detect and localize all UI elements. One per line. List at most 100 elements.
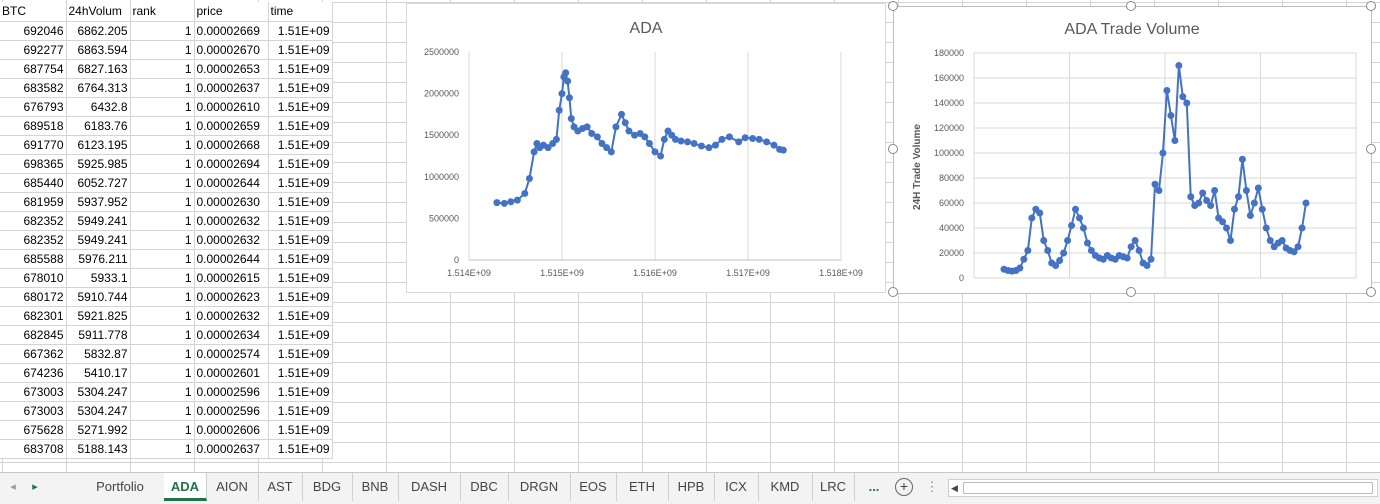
table-cell[interactable]: 1.51E+09 bbox=[268, 420, 333, 440]
table-cell[interactable]: 680172 bbox=[0, 287, 67, 307]
table-cell[interactable]: 1.51E+09 bbox=[268, 173, 333, 193]
table-cell[interactable]: 1.51E+09 bbox=[268, 154, 333, 174]
table-cell[interactable]: 689518 bbox=[0, 116, 67, 136]
scroll-left-icon[interactable]: ◀ bbox=[951, 480, 958, 496]
table-cell[interactable]: 1.51E+09 bbox=[268, 192, 333, 212]
table-cell[interactable]: 5976.211 bbox=[66, 249, 131, 269]
table-cell[interactable]: 1 bbox=[130, 173, 195, 193]
table-cell[interactable]: 1.51E+09 bbox=[268, 116, 333, 136]
resize-handle-w[interactable] bbox=[888, 144, 898, 154]
table-cell[interactable]: 5304.247 bbox=[66, 382, 131, 402]
resize-handle-sw[interactable] bbox=[888, 287, 898, 297]
table-cell[interactable]: 1 bbox=[130, 154, 195, 174]
tab-lrc[interactable]: LRC bbox=[812, 473, 855, 501]
table-cell[interactable]: 682352 bbox=[0, 230, 67, 250]
table-cell[interactable]: 0.00002644 bbox=[194, 249, 269, 269]
ada-volume-chart[interactable]: ADA Trade Volume 0 20000 40000 60000 80000 100… bbox=[893, 6, 1372, 294]
table-cell[interactable]: 5925.985 bbox=[66, 154, 131, 174]
table-cell[interactable]: 0.00002644 bbox=[194, 173, 269, 193]
table-cell[interactable]: 1.51E+09 bbox=[268, 439, 333, 459]
table-cell[interactable]: 0.00002632 bbox=[194, 306, 269, 326]
tab-portfolio[interactable]: Portfolio bbox=[76, 473, 165, 501]
table-cell[interactable]: 1 bbox=[130, 287, 195, 307]
table-cell[interactable]: 0.00002610 bbox=[194, 97, 269, 117]
table-cell[interactable]: 5832.87 bbox=[66, 344, 131, 364]
table-cell[interactable]: 0.00002632 bbox=[194, 230, 269, 250]
table-cell[interactable]: 1 bbox=[130, 192, 195, 212]
table-cell[interactable]: 5910.744 bbox=[66, 287, 131, 307]
table-cell[interactable]: 6052.727 bbox=[66, 173, 131, 193]
table-cell[interactable]: 1.51E+09 bbox=[268, 97, 333, 117]
column-header[interactable]: 24hVolum bbox=[66, 2, 131, 22]
ada-price-chart[interactable]: ADA 1.514E+09 1.515E+09 1.516E+09 1.517E+09 1… bbox=[406, 3, 886, 293]
resize-handle-s[interactable] bbox=[1126, 287, 1136, 297]
tab-eth[interactable]: ETH bbox=[616, 473, 669, 501]
table-cell[interactable]: 1 bbox=[130, 78, 195, 98]
table-cell[interactable]: 682845 bbox=[0, 325, 67, 345]
table-cell[interactable]: 1.51E+09 bbox=[268, 401, 333, 421]
tab-bnb[interactable]: BNB bbox=[352, 473, 399, 501]
table-cell[interactable]: 1 bbox=[130, 401, 195, 421]
resize-handle-e[interactable] bbox=[1366, 144, 1376, 154]
tab-dbc[interactable]: DBC bbox=[460, 473, 509, 501]
table-cell[interactable]: 0.00002670 bbox=[194, 40, 269, 60]
table-cell[interactable]: 1 bbox=[130, 382, 195, 402]
table-cell[interactable]: 5410.17 bbox=[66, 363, 131, 383]
table-cell[interactable]: 1 bbox=[130, 420, 195, 440]
table-cell[interactable]: 1.51E+09 bbox=[268, 268, 333, 288]
table-cell[interactable]: 0.00002637 bbox=[194, 439, 269, 459]
table-cell[interactable]: 1 bbox=[130, 40, 195, 60]
table-cell[interactable]: 1 bbox=[130, 268, 195, 288]
tab-ada[interactable]: ADA bbox=[164, 473, 207, 501]
table-cell[interactable]: 0.00002574 bbox=[194, 344, 269, 364]
table-cell[interactable]: 1.51E+09 bbox=[268, 135, 333, 155]
table-cell[interactable]: 673003 bbox=[0, 401, 67, 421]
table-cell[interactable]: 1.51E+09 bbox=[268, 21, 333, 41]
table-cell[interactable]: 682352 bbox=[0, 211, 67, 231]
table-cell[interactable]: 0.00002601 bbox=[194, 363, 269, 383]
table-cell[interactable]: 1 bbox=[130, 344, 195, 364]
table-cell[interactable]: 5304.247 bbox=[66, 401, 131, 421]
table-cell[interactable]: 1 bbox=[130, 97, 195, 117]
table-cell[interactable]: 1.51E+09 bbox=[268, 59, 333, 79]
tab-aion[interactable]: AION bbox=[206, 473, 259, 501]
table-cell[interactable]: 0.00002596 bbox=[194, 401, 269, 421]
table-cell[interactable]: 1 bbox=[130, 211, 195, 231]
table-cell[interactable]: 691770 bbox=[0, 135, 67, 155]
table-cell[interactable]: 6862.205 bbox=[66, 21, 131, 41]
table-cell[interactable]: 5937.952 bbox=[66, 192, 131, 212]
worksheet-grid[interactable]: BTC 24hVolum rank price time 692046 6862.205 1 0… bbox=[0, 0, 1380, 472]
table-cell[interactable]: 5911.778 bbox=[66, 325, 131, 345]
table-cell[interactable]: 0.00002669 bbox=[194, 21, 269, 41]
table-cell[interactable]: 674236 bbox=[0, 363, 67, 383]
table-cell[interactable]: 692277 bbox=[0, 40, 67, 60]
table-cell[interactable]: 0.00002630 bbox=[194, 192, 269, 212]
sheet-options-icon[interactable]: ⋮ bbox=[924, 473, 940, 501]
table-cell[interactable]: 5271.992 bbox=[66, 420, 131, 440]
resize-handle-se[interactable] bbox=[1366, 287, 1376, 297]
table-cell[interactable]: 1 bbox=[130, 363, 195, 383]
tab-bdg[interactable]: BDG bbox=[302, 473, 353, 501]
table-cell[interactable]: 1.51E+09 bbox=[268, 363, 333, 383]
table-cell[interactable]: 1.51E+09 bbox=[268, 40, 333, 60]
table-cell[interactable]: 678010 bbox=[0, 268, 67, 288]
tab-icx[interactable]: ICX bbox=[714, 473, 759, 501]
table-cell[interactable]: 687754 bbox=[0, 59, 67, 79]
table-cell[interactable]: 1 bbox=[130, 59, 195, 79]
table-cell[interactable]: 5921.825 bbox=[66, 306, 131, 326]
table-cell[interactable]: 0.00002596 bbox=[194, 382, 269, 402]
table-cell[interactable]: 1.51E+09 bbox=[268, 249, 333, 269]
table-cell[interactable]: 1 bbox=[130, 21, 195, 41]
table-cell[interactable]: 1.51E+09 bbox=[268, 287, 333, 307]
table-cell[interactable]: 1 bbox=[130, 306, 195, 326]
table-cell[interactable]: 683582 bbox=[0, 78, 67, 98]
table-cell[interactable]: 682301 bbox=[0, 306, 67, 326]
table-cell[interactable]: 6432.8 bbox=[66, 97, 131, 117]
table-cell[interactable]: 0.00002634 bbox=[194, 325, 269, 345]
table-cell[interactable]: 0.00002623 bbox=[194, 287, 269, 307]
more-sheets-button[interactable]: ... bbox=[862, 473, 886, 501]
table-cell[interactable]: 1 bbox=[130, 135, 195, 155]
table-cell[interactable]: 0.00002694 bbox=[194, 154, 269, 174]
column-header[interactable]: price bbox=[194, 2, 269, 22]
table-cell[interactable]: 698365 bbox=[0, 154, 67, 174]
